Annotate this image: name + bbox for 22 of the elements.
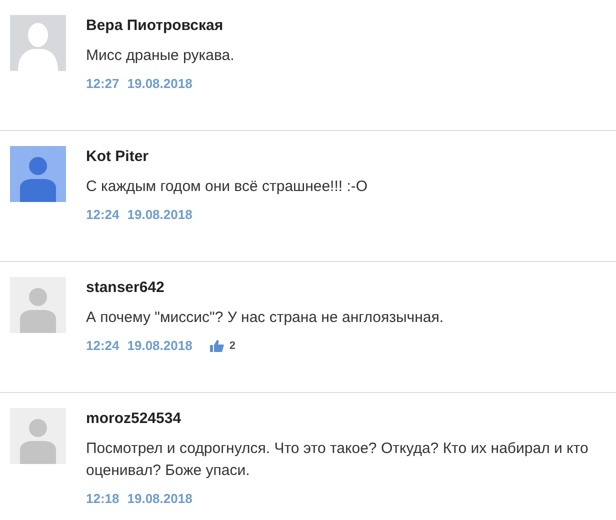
comment-time: 12:18 (86, 491, 120, 506)
comment-author: Kot Piter (86, 148, 150, 165)
comment-time: 12:24 (86, 207, 120, 222)
comment-author: Вера Пиотровская (86, 17, 224, 34)
thumbs-up-icon[interactable] (210, 340, 224, 352)
avatar-icon (10, 146, 66, 202)
comment-author: moroz524534 (86, 410, 182, 427)
comment-date: 19.08.2018 (127, 207, 192, 222)
comment-text: Мисс драные рукава. (86, 46, 234, 66)
comment-text: С каждым годом они всё страшнее!!! :-O (86, 177, 368, 197)
comment-date: 19.08.2018 (127, 76, 192, 91)
comment-time: 12:24 (86, 338, 120, 353)
comment-time: 12:27 (86, 76, 120, 91)
comment-date: 19.08.2018 (127, 491, 192, 506)
comment-date: 19.08.2018 (127, 338, 192, 353)
comment-text: Посмотрел и содрогнулся. Что это такое? Откуда? Кто их набирал и кто оценивал? Боже упаси. (86, 439, 590, 481)
avatar-icon (10, 408, 66, 464)
avatar-icon (10, 15, 66, 71)
comment-author: stanser642 (86, 279, 166, 296)
like-count: 2 (229, 340, 236, 352)
comment-text: А почему "миссис"? У нас страна не англоязычная. (86, 308, 444, 328)
avatar-icon (10, 277, 66, 333)
